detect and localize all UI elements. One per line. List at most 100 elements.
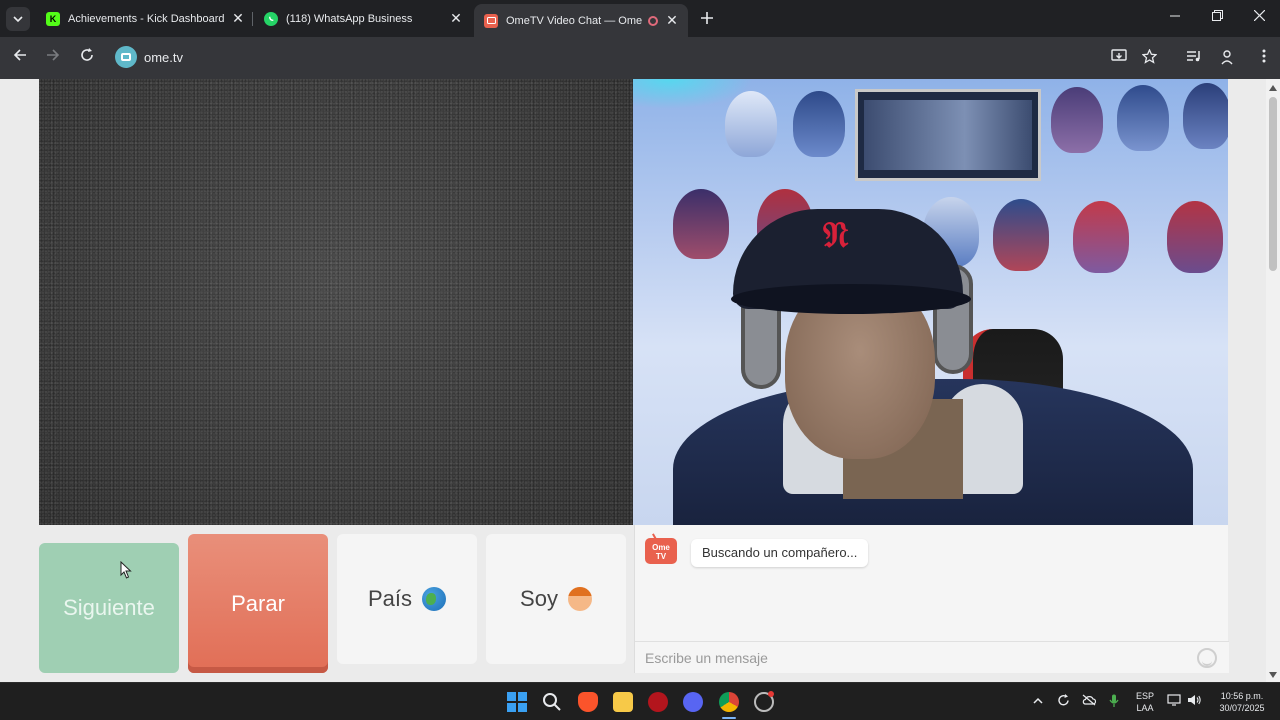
cast-button[interactable] [1110, 49, 1128, 67]
microphone-icon[interactable] [1106, 694, 1122, 711]
kebab-menu-icon [1262, 49, 1266, 63]
extension-icon [1221, 50, 1233, 65]
site-info-icon[interactable] [115, 46, 137, 68]
active-app-indicator [722, 717, 736, 719]
wall-cap [793, 91, 845, 157]
close-tab-icon[interactable]: ✕ [448, 10, 464, 27]
discord-icon[interactable] [683, 692, 703, 712]
clock-date: 30/07/2025 [1219, 703, 1265, 713]
language-code: ESP [1135, 691, 1154, 701]
arrow-right-icon [47, 49, 60, 61]
wall-cap [993, 199, 1049, 271]
chat-panel: Ome TV Buscando un compañero... [634, 525, 1229, 674]
country-button-label: País [367, 586, 413, 611]
media-control-button[interactable] [1185, 49, 1203, 67]
close-tab-icon[interactable]: ✕ [664, 12, 680, 29]
windows-start-icon[interactable] [507, 692, 527, 712]
notification-badge [768, 691, 774, 697]
message-input[interactable] [635, 642, 1175, 674]
volume-icon[interactable] [1186, 694, 1202, 709]
restore-icon [1211, 10, 1223, 21]
chrome-icon[interactable] [719, 692, 739, 712]
partner-video-feed [39, 79, 633, 525]
close-icon [1253, 9, 1265, 22]
tab-kick-dashboard[interactable]: K Achievements - Kick Dashboard ✕ [36, 4, 254, 33]
bookmark-button[interactable] [1140, 48, 1158, 68]
status-message: Buscando un compañero... [691, 539, 869, 567]
next-button[interactable]: Siguiente [39, 543, 179, 673]
tab-search-button[interactable] [6, 6, 30, 31]
stop-button-label: Parar [231, 590, 285, 616]
close-window-button[interactable] [1247, 8, 1271, 24]
boy-face-icon [567, 587, 592, 611]
search-icon[interactable] [542, 692, 562, 712]
forward-button[interactable] [42, 47, 64, 69]
arrow-left-icon [13, 49, 26, 61]
ometv-icon [484, 13, 498, 28]
cap-brim [731, 284, 971, 314]
install-app-icon [1111, 49, 1127, 61]
tab-title: Achievements - Kick Dashboard [68, 12, 225, 25]
chevron-up-icon[interactable] [1030, 694, 1046, 708]
wall-cap [1073, 201, 1129, 273]
menu-button[interactable] [1255, 49, 1273, 67]
maximize-button[interactable] [1205, 8, 1229, 24]
keyboard-language[interactable]: ESP LAA [1133, 690, 1157, 714]
plus-icon [701, 12, 713, 24]
self-video-feed: 𝔑 [633, 79, 1228, 525]
recording-indicator-icon [648, 15, 658, 26]
profile-button[interactable] [1218, 49, 1236, 69]
new-tab-button[interactable] [697, 8, 717, 28]
tab-title: (118) WhatsApp Business [286, 12, 413, 25]
country-button[interactable]: País [337, 534, 477, 664]
playlist-icon [1187, 51, 1200, 62]
wall-cap [673, 189, 729, 259]
emoji-icon[interactable] [1197, 648, 1217, 668]
reload-icon [81, 48, 93, 61]
wall-cap [1117, 85, 1169, 151]
tab-whatsapp-business[interactable]: (118) WhatsApp Business ✕ [254, 4, 472, 33]
layout-code: LAA [1136, 703, 1154, 713]
wall-cap [725, 91, 777, 157]
gender-button[interactable]: Soy [486, 534, 626, 664]
network-icon[interactable] [1166, 694, 1182, 709]
page-scrollbar[interactable] [1266, 79, 1280, 682]
minimize-button[interactable] [1163, 8, 1187, 24]
close-tab-icon[interactable]: ✕ [230, 10, 246, 27]
wall-cap [1183, 83, 1228, 149]
gender-button-label: Soy [520, 586, 558, 611]
back-button[interactable] [9, 47, 31, 69]
reload-button[interactable] [76, 47, 98, 69]
logo-text: TV [655, 552, 667, 561]
brave-browser-icon[interactable] [578, 692, 598, 712]
ometv-logo: Ome TV [645, 538, 677, 564]
scroll-down-arrow[interactable] [1269, 672, 1277, 678]
media-app-icon[interactable] [648, 692, 668, 712]
address-bar[interactable]: ome.tv [144, 50, 183, 65]
star-icon [1140, 48, 1158, 64]
scroll-thumb[interactable] [1269, 97, 1277, 271]
mouse-pointer-icon [120, 561, 132, 579]
stop-button[interactable]: Parar [188, 534, 328, 673]
chat-input-bar [635, 641, 1229, 674]
tab-title: OmeTV Video Chat — Omegle R [506, 14, 642, 27]
browser-toolbar: ome.tv [0, 37, 1280, 79]
tab-strip: K Achievements - Kick Dashboard ✕ (118) … [0, 0, 1280, 37]
cap-logo: 𝔑 [823, 214, 849, 256]
tab-ometv[interactable]: OmeTV Video Chat — Omegle R ✕ [474, 4, 688, 37]
clock[interactable]: 10:56 p.m. 30/07/2025 [1210, 690, 1274, 714]
next-button-label: Siguiente [63, 595, 155, 620]
scroll-up-arrow[interactable] [1269, 85, 1277, 91]
kick-icon: K [46, 11, 60, 26]
file-explorer-icon[interactable] [613, 692, 633, 712]
clock-time: 10:56 p.m. [1220, 691, 1264, 701]
tab-divider [252, 12, 253, 26]
minimize-icon [1170, 15, 1180, 17]
whatsapp-icon [264, 11, 278, 26]
logo-text: Ome [652, 543, 670, 552]
page-content: 𝔑 Siguiente Parar País Soy Ome TV Buscan… [0, 79, 1280, 682]
chevron-down-icon [13, 15, 23, 22]
sync-icon[interactable] [1055, 694, 1071, 710]
cloud-off-icon[interactable] [1081, 694, 1097, 709]
wall-cap [1167, 201, 1223, 273]
